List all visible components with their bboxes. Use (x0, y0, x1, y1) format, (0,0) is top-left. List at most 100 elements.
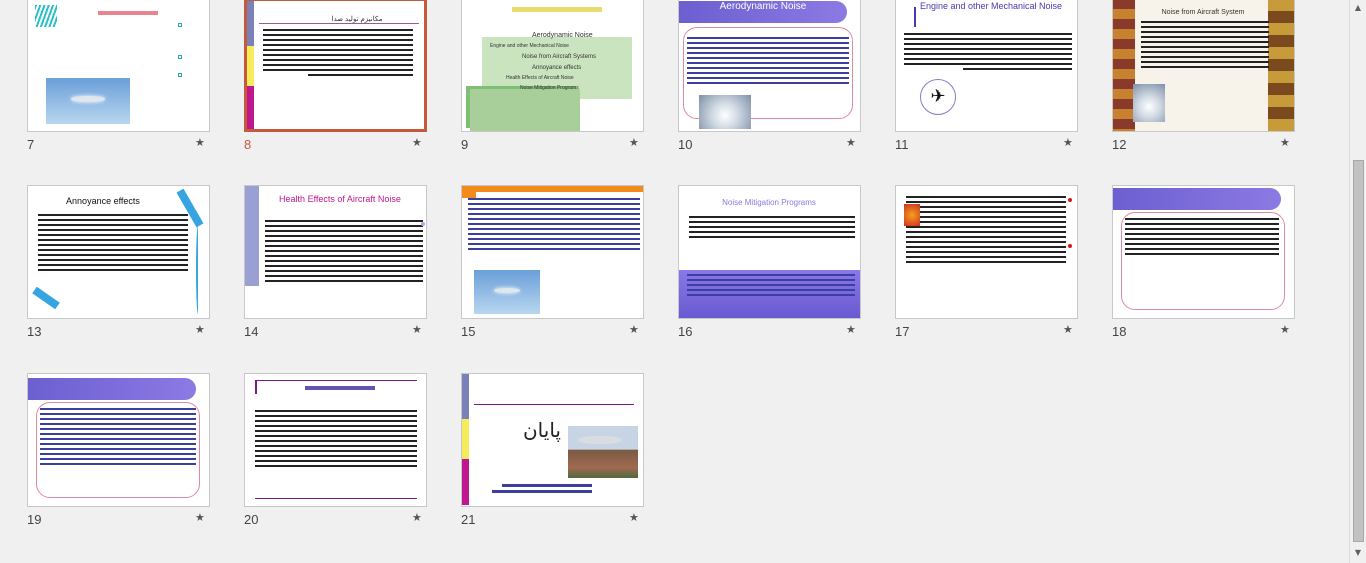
slide-19-preview (27, 373, 210, 507)
animation-star-icon: ★ (629, 136, 639, 149)
body-text (689, 216, 855, 241)
body-text (40, 408, 196, 468)
slide-thumbnail-8[interactable]: مکانیزم تولید صدا 8 ★ (244, 0, 430, 153)
body-text (265, 220, 423, 285)
slide-title: Health Effects of Aircraft Noise (279, 194, 401, 204)
decor-bar (462, 186, 643, 192)
slide-thumbnail-19[interactable]: 19 ★ (27, 373, 213, 528)
slide-number: 21 (461, 512, 476, 527)
slide-title: Noise Mitigation Programs (722, 198, 816, 207)
slide-number: 12 (1112, 137, 1127, 152)
body-text (906, 196, 1066, 266)
decor-stripe (247, 86, 254, 129)
slide-thumbnail-20[interactable]: 20 ★ (244, 373, 430, 528)
slide-number: 17 (895, 324, 910, 339)
decor-stripe (247, 1, 254, 46)
slide-title-bar (28, 378, 196, 400)
slide-number: 13 (27, 324, 42, 339)
footer-rule (255, 498, 417, 499)
airplane-photo (46, 78, 130, 124)
slide-number: 9 (461, 137, 469, 152)
slide-7-preview (27, 0, 210, 132)
animation-star-icon: ★ (412, 136, 422, 149)
animation-star-icon: ★ (412, 511, 422, 524)
slide-number: 20 (244, 512, 259, 527)
slide-8-preview: مکانیزم تولید صدا (244, 0, 427, 132)
title-rule (255, 380, 417, 381)
body-text (1141, 21, 1269, 71)
slide-number: 10 (678, 137, 693, 152)
slide-16-preview: Noise Mitigation Programs (678, 185, 861, 319)
scrollbar-thumb[interactable] (1353, 160, 1364, 542)
slide-11-preview: Engine and other Mechanical Noise ✈ (895, 0, 1078, 132)
slide-15-preview (461, 185, 644, 319)
slide-thumbnail-11[interactable]: Engine and other Mechanical Noise ✈ 11 ★ (895, 0, 1081, 153)
footer-text (502, 484, 592, 487)
slide-18-preview (1112, 185, 1295, 319)
jet-photo (1133, 84, 1165, 122)
slide-thumbnail-12[interactable]: Noise from Aircraft System 12 ★ (1112, 0, 1298, 153)
menu-item: Annoyance effects (532, 65, 582, 71)
animation-star-icon: ★ (629, 511, 639, 524)
slide-thumbnail-10[interactable]: Aerodynamic Noise 10 ★ (678, 0, 864, 153)
animation-star-icon: ★ (195, 511, 205, 524)
slide-21-preview: پایان (461, 373, 644, 507)
decor-stripe (245, 186, 259, 286)
slide-title: Noise from Aircraft System (1161, 9, 1245, 16)
slide-sorter: 7 ★ مکانیزم تولید صدا 8 ★ Aerodynamic No… (0, 0, 1366, 563)
slide-title: Engine and other Mechanical Noise (919, 1, 1063, 11)
body-text (468, 198, 640, 253)
decor-border (1268, 0, 1294, 131)
scroll-up-arrow-icon[interactable]: ▲ (1350, 0, 1366, 16)
bullet-icon (1068, 198, 1072, 202)
menu-item: Aerodynamic Noise (532, 32, 593, 39)
decor-stripe (462, 374, 469, 419)
slide-thumbnail-21[interactable]: پایان 21 ★ (461, 373, 647, 528)
slide-title-text (305, 386, 375, 390)
animation-star-icon: ★ (195, 323, 205, 336)
bullet-icon (421, 222, 425, 226)
menu-item: Health Effects of Aircraft Noise (506, 75, 574, 81)
slide-thumbnail-14[interactable]: Health Effects of Aircraft Noise 14 ★ (244, 185, 430, 340)
slide-12-preview: Noise from Aircraft System (1112, 0, 1295, 132)
title-rule (259, 23, 419, 24)
bullet-icon (178, 55, 182, 59)
body-text (687, 37, 849, 87)
slide-title (512, 7, 602, 12)
slide-number: 14 (244, 324, 259, 339)
slide-number: 18 (1112, 324, 1127, 339)
animation-star-icon: ★ (1063, 136, 1073, 149)
jet-photo (699, 95, 751, 129)
slide-thumbnail-18[interactable]: 18 ★ (1112, 185, 1298, 340)
slide-thumbnail-16[interactable]: Noise Mitigation Programs 16 ★ (678, 185, 864, 340)
airplane-icon: ✈ (920, 79, 956, 115)
slide-thumbnail-9[interactable]: Aerodynamic Noise Engine and other Mecha… (461, 0, 647, 153)
decor-corner (462, 186, 476, 198)
animation-star-icon: ★ (846, 323, 856, 336)
decor-line (196, 226, 200, 314)
animation-star-icon: ★ (629, 323, 639, 336)
slide-thumbnail-15[interactable]: 15 ★ (461, 185, 647, 340)
title-rule (255, 380, 257, 394)
slide-10-preview: Aerodynamic Noise (678, 0, 861, 132)
airplane-photo (474, 270, 540, 314)
decor-stripe (247, 46, 254, 86)
slide-thumbnail-17[interactable]: 17 ★ (895, 185, 1081, 340)
scroll-down-arrow-icon[interactable]: ▼ (1350, 545, 1366, 561)
flame-icon (904, 204, 920, 226)
slide-9-preview: Aerodynamic Noise Engine and other Mecha… (461, 0, 644, 132)
body-text (1125, 218, 1279, 258)
slide-14-preview: Health Effects of Aircraft Noise (244, 185, 427, 319)
animation-star-icon: ★ (1063, 323, 1073, 336)
slide-thumbnail-7[interactable]: 7 ★ (27, 0, 213, 153)
animation-star-icon: ★ (412, 323, 422, 336)
animation-star-icon: ★ (1280, 136, 1290, 149)
slide-number: 11 (895, 137, 909, 152)
title-bracket (914, 7, 916, 27)
menu-item: Engine and other Mechanical Noise (490, 43, 569, 49)
vertical-scrollbar[interactable]: ▲ ▼ (1349, 0, 1366, 563)
body-text (904, 33, 1072, 73)
decor-stripe (462, 419, 469, 459)
slide-thumbnail-13[interactable]: Annoyance effects 13 ★ (27, 185, 213, 340)
body-text (38, 214, 188, 274)
